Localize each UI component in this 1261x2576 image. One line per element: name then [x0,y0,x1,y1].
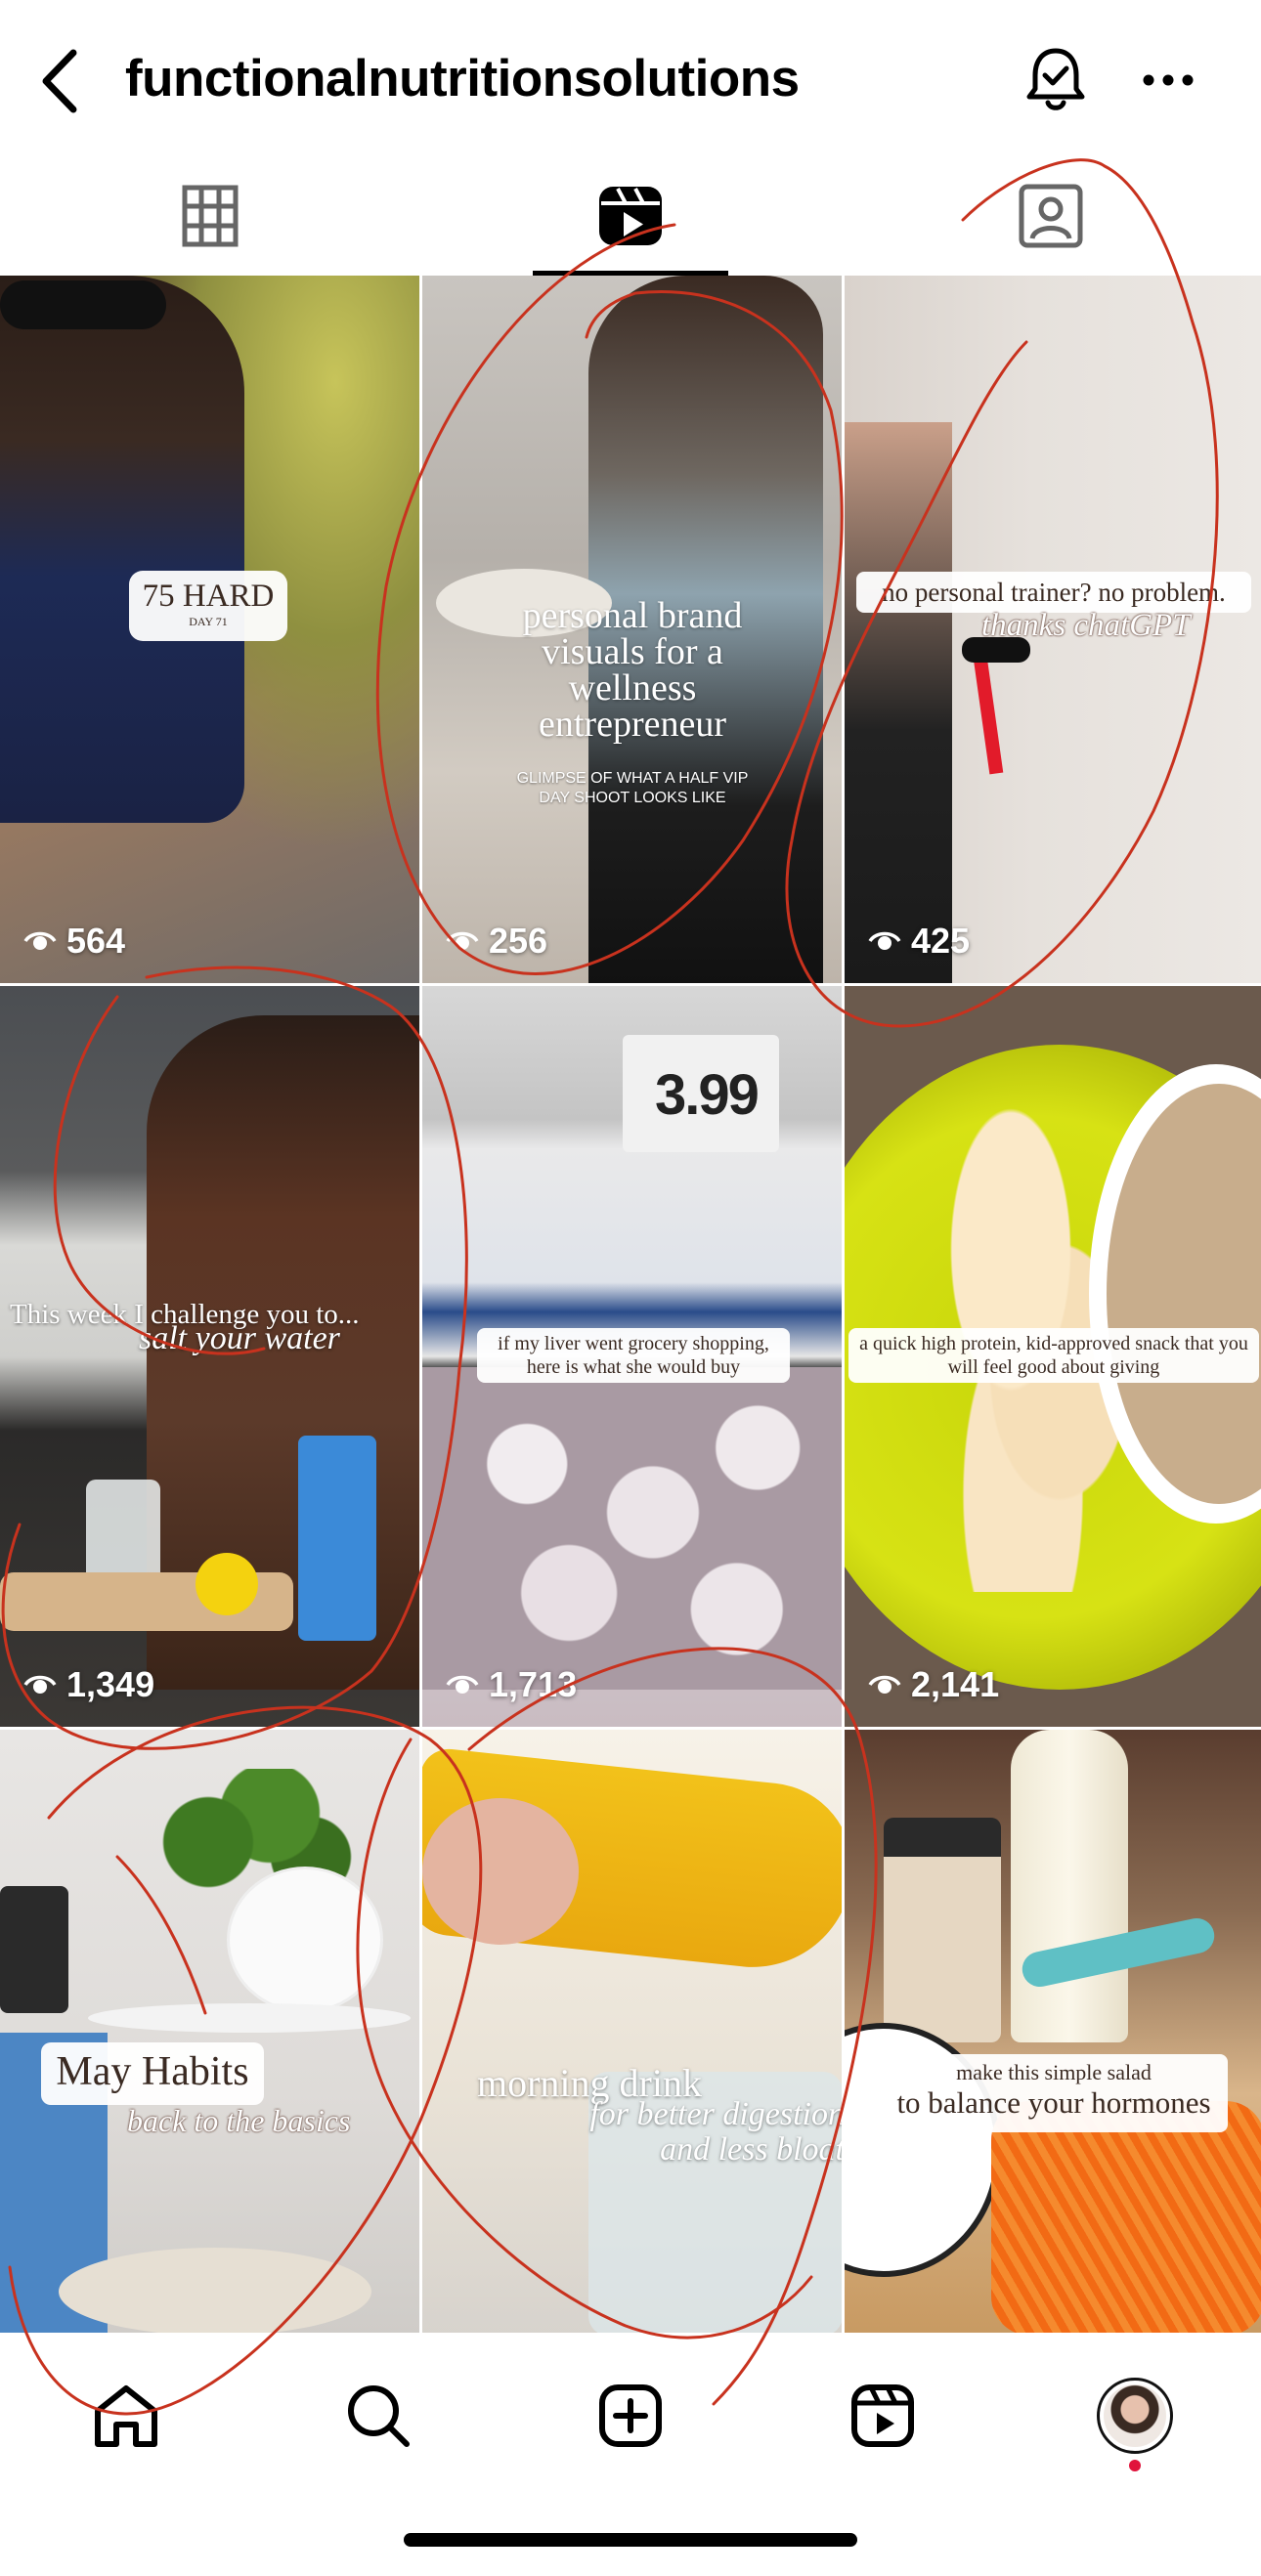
reels-icon [851,2384,914,2447]
reel-tile[interactable]: 75 HARD DAY 71 564 [0,276,419,983]
view-count: 1,713 [446,1664,577,1705]
reel-caption-badge: a quick high protein, kid-approved snack… [848,1328,1259,1383]
reel-caption-title: make this simple salad [956,2060,1152,2084]
view-count-value: 1,349 [66,1664,155,1704]
tab-tagged[interactable] [841,156,1261,276]
play-views-icon [868,931,901,950]
reel-caption-badge: no personal trainer? no problem. [856,572,1251,613]
play-views-icon [446,931,479,950]
plus-square-icon [599,2384,662,2447]
salt-bag [298,1436,376,1641]
search-icon [348,2385,410,2447]
view-count-value: 2,141 [911,1664,1000,1704]
reel-tile[interactable]: May Habits back to the basics [0,1730,419,2333]
view-count: 256 [446,921,547,962]
tab-reels[interactable] [420,156,841,276]
bell-check-icon [1026,48,1085,110]
reel-caption-subtitle: to balance your hormones [896,2085,1211,2120]
reel-caption-subtitle: GLIMPSE OF WHAT A HALF VIP DAY SHOOT LOO… [516,770,749,806]
reel-caption-badge: make this simple salad to balance your h… [880,2054,1228,2132]
view-count-value: 1,713 [489,1664,578,1704]
reel-thumbnail-person [0,276,244,823]
garlic-bin [422,1367,842,1690]
reel-caption-title: if my liver went grocery shopping, here … [498,1333,769,1378]
food-plate [59,2248,371,2333]
reel-tile[interactable]: 3.99 if my liver went grocery shopping, … [422,986,842,1727]
reel-thumbnail-person [845,422,952,983]
clock [227,1867,383,2013]
reels-icon [599,187,662,245]
play-views-icon [23,931,57,950]
nav-home[interactable] [0,2333,252,2499]
reel-caption-title: personal brand visuals for a wellness en… [522,595,743,745]
reel-caption-title: a quick high protein, kid-approved snack… [859,1333,1248,1378]
hand [422,1798,579,1945]
nav-reels[interactable] [757,2333,1009,2499]
grid-icon [182,185,239,247]
more-horizontal-icon [1143,74,1194,86]
view-count: 425 [868,921,970,962]
reel-tile[interactable]: personal brand visuals for a wellness en… [422,276,842,983]
more-options-button[interactable] [1129,41,1207,119]
back-button[interactable] [29,44,88,118]
home-indicator [404,2533,857,2547]
view-count-value: 564 [66,921,126,961]
reel-caption-subtitle: for better digestion and less bloat [589,2096,842,2168]
reel-tile[interactable]: This week I challenge you to... salt you… [0,986,419,1727]
sunglasses [0,280,166,329]
chevron-left-icon [42,49,77,113]
profile-tabs [0,156,1261,276]
reel-caption-badge: 75 HARD DAY 71 [129,571,287,641]
reel-caption-subtitle: thanks chatGPT [981,608,1191,643]
toaster [0,1886,68,2013]
avatar [1097,2378,1173,2454]
reel-tile[interactable]: make this simple salad to balance your h… [845,1730,1261,2333]
reels-grid: 75 HARD DAY 71 564 personal brand visual… [0,276,1261,2333]
reel-tile[interactable]: morning drink for better digestion and l… [422,1730,842,2333]
notifications-button[interactable] [1017,41,1095,119]
resistance-band [973,656,1004,775]
price-text: 3.99 [655,1063,760,1127]
view-count-value: 425 [911,921,971,961]
page-title: functionalnutritionsolutions [125,50,800,107]
view-count: 1,349 [23,1664,154,1705]
reel-caption-badge: if my liver went grocery shopping, here … [477,1328,790,1383]
view-count-value: 256 [489,921,548,961]
play-views-icon [446,1675,479,1694]
view-count: 2,141 [868,1664,999,1705]
reel-caption-title: 75 HARD [142,579,275,614]
home-icon [95,2385,157,2447]
nav-create[interactable] [504,2333,757,2499]
reel-caption-subtitle: DAY 71 [189,615,228,628]
reel-caption-subtitle: back to the basics [127,2103,351,2138]
reel-tile[interactable]: no personal trainer? no problem. thanks … [845,276,1261,983]
reel-caption-subtitle: salt your water [139,1320,340,1356]
carrots [991,2101,1261,2333]
profile-header: functionalnutritionsolutions [0,0,1261,156]
tab-grid[interactable] [0,156,420,276]
play-views-icon [868,1675,901,1694]
bottom-navigation [0,2333,1261,2499]
reel-caption-badge: May Habits [41,2042,264,2105]
nav-profile[interactable] [1009,2333,1261,2499]
nav-search[interactable] [252,2333,504,2499]
view-count: 564 [23,921,125,962]
reel-tile[interactable]: a quick high protein, kid-approved snack… [845,986,1261,1727]
bottle [1011,1730,1128,2042]
reel-caption-title: May Habits [56,2049,249,2094]
notification-dot [1129,2460,1141,2471]
play-views-icon [23,1675,57,1694]
spice-jar [884,1818,1001,2042]
reel-caption-title: no personal trainer? no problem. [882,578,1226,607]
tagged-person-icon [1019,184,1083,248]
cake-stand [88,2003,411,2033]
lemon-squeezer [196,1553,258,1615]
